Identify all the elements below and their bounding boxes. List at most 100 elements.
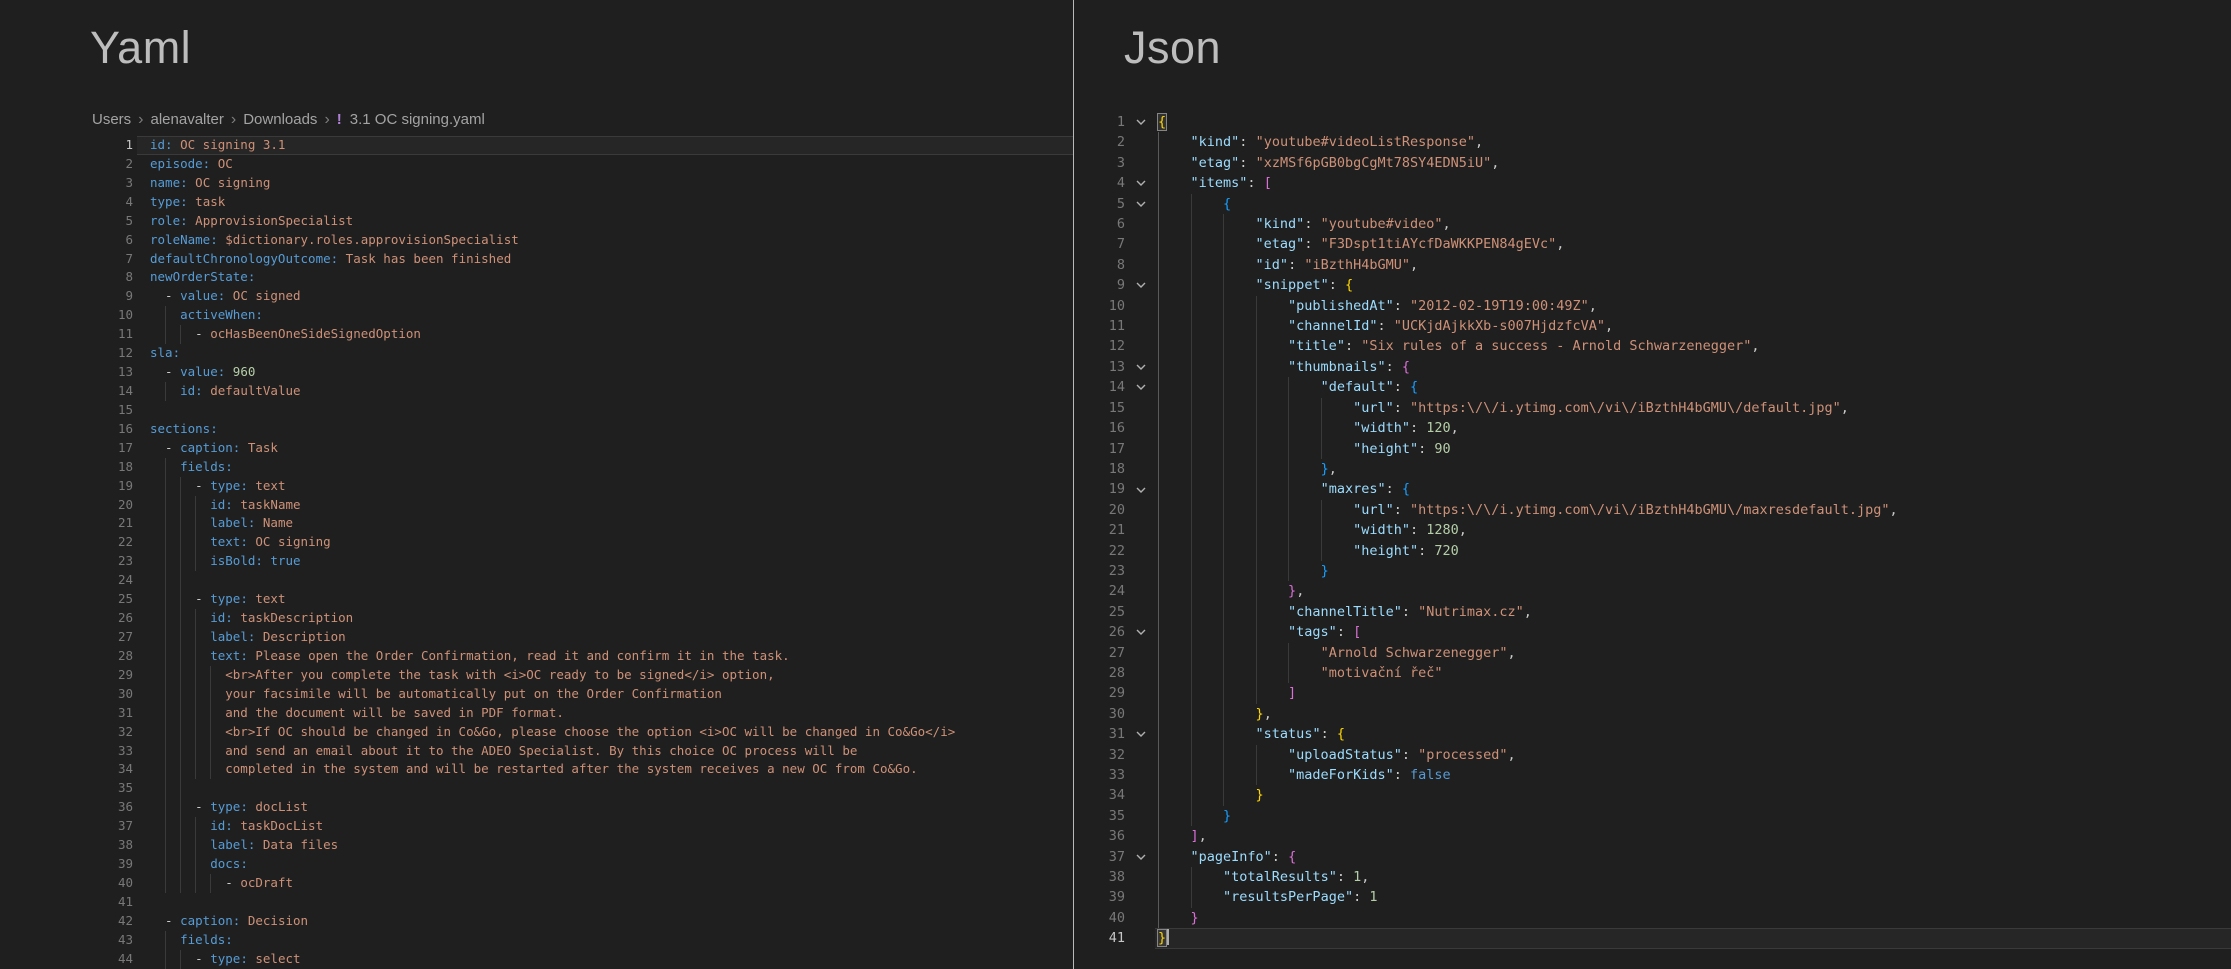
code-line-content[interactable]: "Arnold Schwarzenegger", bbox=[1155, 643, 2231, 663]
code-line-content[interactable]: "pageInfo": { bbox=[1155, 847, 2231, 867]
code-line-content[interactable]: "width": 1280, bbox=[1155, 520, 2231, 540]
code-line-content[interactable]: - type: select bbox=[137, 950, 1073, 969]
code-line-content[interactable]: } bbox=[1155, 806, 2231, 826]
code-line-content[interactable]: - caption: Decision bbox=[137, 912, 1073, 931]
code-line-content[interactable]: - type: docList bbox=[137, 798, 1073, 817]
code-line-content[interactable]: id: defaultValue bbox=[137, 382, 1073, 401]
fold-chevron-icon[interactable] bbox=[1127, 112, 1155, 132]
code-line-content[interactable]: <br>If OC should be changed in Co&Go, pl… bbox=[137, 723, 1073, 742]
code-line-content[interactable]: }, bbox=[1155, 704, 2231, 724]
breadcrumb-item-users[interactable]: Users bbox=[92, 111, 131, 128]
fold-chevron-icon[interactable] bbox=[1127, 194, 1155, 214]
code-line-content[interactable]: "default": { bbox=[1155, 377, 2231, 397]
code-line-content[interactable]: roleName: $dictionary.roles.approvisionS… bbox=[137, 231, 1073, 250]
code-line-content[interactable]: ], bbox=[1155, 826, 2231, 846]
code-line-content[interactable]: sla: bbox=[137, 344, 1073, 363]
code-line-content[interactable]: and send an email about it to the ADEO S… bbox=[137, 742, 1073, 761]
code-line-content[interactable]: - value: OC signed bbox=[137, 287, 1073, 306]
code-line-content[interactable]: "channelTitle": "Nutrimax.cz", bbox=[1155, 602, 2231, 622]
fold-chevron-icon[interactable] bbox=[1127, 847, 1155, 867]
code-line-content[interactable]: "url": "https:\/\/i.ytimg.com\/vi\/iBzth… bbox=[1155, 398, 2231, 418]
code-line-content[interactable]: id: taskDocList bbox=[137, 817, 1073, 836]
code-line-content[interactable] bbox=[137, 401, 1073, 420]
breadcrumb-item-file[interactable]: 3.1 OC signing.yaml bbox=[350, 111, 485, 128]
code-line-content[interactable]: id: taskName bbox=[137, 496, 1073, 515]
code-line-content[interactable]: - value: 960 bbox=[137, 363, 1073, 382]
code-line-content[interactable]: { bbox=[1155, 194, 2231, 214]
json-editor[interactable]: 1{2 "kind": "youtube#videoListResponse",… bbox=[1074, 112, 2231, 949]
code-line-content[interactable]: type: task bbox=[137, 193, 1073, 212]
code-line-content[interactable]: }, bbox=[1155, 459, 2231, 479]
code-line-content[interactable]: "totalResults": 1, bbox=[1155, 867, 2231, 887]
code-line-content[interactable]: "channelId": "UCKjdAjkkXb-s007HjdzfcVA", bbox=[1155, 316, 2231, 336]
yaml-editor[interactable]: 1id: OC signing 3.12episode: OC3name: OC… bbox=[0, 136, 1073, 969]
code-line-content[interactable]: "title": "Six rules of a success - Arnol… bbox=[1155, 336, 2231, 356]
fold-chevron-icon[interactable] bbox=[1127, 724, 1155, 744]
code-line-content[interactable]: label: Data files bbox=[137, 836, 1073, 855]
code-line-content[interactable]: text: OC signing bbox=[137, 533, 1073, 552]
code-line-content[interactable]: "madeForKids": false bbox=[1155, 765, 2231, 785]
code-line-content[interactable]: episode: OC bbox=[137, 155, 1073, 174]
code-line-content[interactable]: "id": "iBzthH4bGMU", bbox=[1155, 255, 2231, 275]
code-line-content[interactable]: <br>After you complete the task with <i>… bbox=[137, 666, 1073, 685]
code-line-content[interactable]: - type: text bbox=[137, 477, 1073, 496]
code-line-content[interactable]: role: ApprovisionSpecialist bbox=[137, 212, 1073, 231]
code-line-content[interactable]: "resultsPerPage": 1 bbox=[1155, 887, 2231, 907]
code-line-content[interactable]: id: taskDescription bbox=[137, 609, 1073, 628]
code-line-content[interactable] bbox=[137, 893, 1073, 912]
code-line-content[interactable]: "tags": [ bbox=[1155, 622, 2231, 642]
code-line-content[interactable]: "etag": "xzMSf6pGB0bgCgMt78SY4EDN5iU", bbox=[1155, 153, 2231, 173]
code-line-content[interactable]: ] bbox=[1155, 683, 2231, 703]
code-line-content[interactable]: activeWhen: bbox=[137, 306, 1073, 325]
code-line-content[interactable]: fields: bbox=[137, 458, 1073, 477]
code-line-content[interactable]: label: Description bbox=[137, 628, 1073, 647]
code-line-content[interactable]: "publishedAt": "2012-02-19T19:00:49Z", bbox=[1155, 296, 2231, 316]
code-line-content[interactable]: } bbox=[1155, 928, 2231, 948]
code-line-content[interactable]: "url": "https:\/\/i.ytimg.com\/vi\/iBzth… bbox=[1155, 500, 2231, 520]
code-line-content[interactable] bbox=[137, 571, 1073, 590]
code-line-content[interactable]: "uploadStatus": "processed", bbox=[1155, 745, 2231, 765]
code-line-content[interactable]: } bbox=[1155, 561, 2231, 581]
code-line-content[interactable]: defaultChronologyOutcome: Task has been … bbox=[137, 250, 1073, 269]
code-line-content[interactable]: isBold: true bbox=[137, 552, 1073, 571]
code-line-content[interactable]: "height": 720 bbox=[1155, 541, 2231, 561]
code-line-content[interactable]: completed in the system and will be rest… bbox=[137, 760, 1073, 779]
code-line-content[interactable]: text: Please open the Order Confirmation… bbox=[137, 647, 1073, 666]
code-line-content[interactable] bbox=[137, 779, 1073, 798]
fold-chevron-icon[interactable] bbox=[1127, 173, 1155, 193]
code-line-content[interactable]: "kind": "youtube#video", bbox=[1155, 214, 2231, 234]
code-line-content[interactable]: { bbox=[1155, 112, 2231, 132]
code-line-content[interactable]: and the document will be saved in PDF fo… bbox=[137, 704, 1073, 723]
code-line-content[interactable]: "thumbnails": { bbox=[1155, 357, 2231, 377]
code-line-content[interactable]: docs: bbox=[137, 855, 1073, 874]
code-line-content[interactable]: "motivační řeč" bbox=[1155, 663, 2231, 683]
code-line-content[interactable]: "items": [ bbox=[1155, 173, 2231, 193]
code-line-content[interactable]: "maxres": { bbox=[1155, 479, 2231, 499]
fold-chevron-icon[interactable] bbox=[1127, 357, 1155, 377]
code-line-content[interactable]: fields: bbox=[137, 931, 1073, 950]
code-line-content[interactable]: - ocHasBeenOneSideSignedOption bbox=[137, 325, 1073, 344]
code-line-content[interactable]: } bbox=[1155, 785, 2231, 805]
breadcrumb-item-downloads[interactable]: Downloads bbox=[243, 111, 317, 128]
code-line-content[interactable]: "kind": "youtube#videoListResponse", bbox=[1155, 132, 2231, 152]
code-line-content[interactable]: "status": { bbox=[1155, 724, 2231, 744]
code-line-content[interactable]: } bbox=[1155, 908, 2231, 928]
code-line-content[interactable]: "etag": "F3Dspt1tiAYcfDaWKKPEN84gEVc", bbox=[1155, 234, 2231, 254]
code-line-content[interactable]: - caption: Task bbox=[137, 439, 1073, 458]
code-line-content[interactable]: "width": 120, bbox=[1155, 418, 2231, 438]
code-line-content[interactable]: your facsimile will be automatically put… bbox=[137, 685, 1073, 704]
code-line-content[interactable]: name: OC signing bbox=[137, 174, 1073, 193]
fold-chevron-icon[interactable] bbox=[1127, 479, 1155, 499]
code-line-content[interactable]: id: OC signing 3.1 bbox=[137, 136, 1073, 155]
code-line-content[interactable]: sections: bbox=[137, 420, 1073, 439]
fold-chevron-icon[interactable] bbox=[1127, 275, 1155, 295]
code-line-content[interactable]: newOrderState: bbox=[137, 268, 1073, 287]
code-line-content[interactable]: - type: text bbox=[137, 590, 1073, 609]
code-line-content[interactable]: "height": 90 bbox=[1155, 439, 2231, 459]
fold-chevron-icon[interactable] bbox=[1127, 622, 1155, 642]
code-line-content[interactable]: }, bbox=[1155, 581, 2231, 601]
code-line-content[interactable]: - ocDraft bbox=[137, 874, 1073, 893]
breadcrumb-item-user-folder[interactable]: alenavalter bbox=[151, 111, 224, 128]
code-line-content[interactable]: "snippet": { bbox=[1155, 275, 2231, 295]
code-line-content[interactable]: label: Name bbox=[137, 514, 1073, 533]
